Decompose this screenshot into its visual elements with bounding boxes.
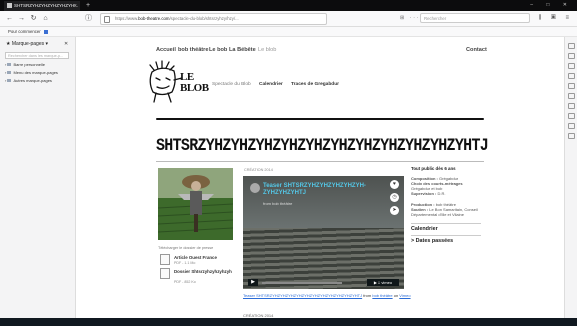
divider [411, 235, 481, 236]
toolbar-icon-3[interactable] [568, 63, 575, 69]
site-nav-home[interactable]: Accueil [156, 47, 176, 54]
video-label: CRÉATION 2014 [244, 168, 273, 172]
window-controls[interactable]: – □ ✕ [530, 0, 573, 11]
pdf-document-icon[interactable] [160, 268, 170, 279]
toolbar-menu-icon[interactable]: ⫼ ▣ ≡ [539, 14, 573, 23]
sidebar-search-input[interactable]: Rechercher dans les marque-p... [5, 52, 69, 59]
doc-title[interactable]: Dossier Shtsrzyhzyhzyhzyh [174, 269, 234, 274]
info-column: Tout public dès 6 ans Composition : Grég… [411, 166, 481, 245]
video-byline[interactable]: from bob théâtre [263, 201, 292, 206]
folder-icon [7, 79, 12, 83]
supervision-value: D.R. [437, 191, 446, 196]
divider [156, 118, 484, 120]
vimeo-logo[interactable]: ▶ ⁞⁞ vimeo [367, 279, 399, 286]
subnav-traces[interactable]: Traces de Gregabdur [291, 82, 339, 88]
like-heart-icon[interactable]: ♥ [390, 180, 399, 189]
site-nav-la-bebete[interactable]: La Bébête [229, 47, 256, 54]
url-rest: /spectacle-du-blob/shtsrzyhzy/hzy/... [169, 16, 239, 21]
tab-title: SHTSRZYHZYHZYHZYHZYH... [14, 3, 79, 8]
search-input[interactable]: Rechercher [420, 13, 530, 23]
video-caption: Teaser SHTSRZYHZYHZYHZYHZYHZYHZYHZYHZYHZ… [243, 293, 411, 298]
subnav-spectacle[interactable]: Spectacle du Blob [212, 82, 251, 88]
show-photo[interactable] [157, 168, 234, 240]
channel-avatar[interactable] [250, 183, 260, 193]
video-title[interactable]: Teaser SHTSRZYHZYHZYHZYHZYH-ZYHZYHZYHTJ [263, 183, 383, 197]
scarecrow-image [157, 168, 234, 240]
tab-favicon-icon [7, 3, 12, 9]
toolbar-icon-6[interactable] [568, 93, 575, 99]
toolbar-icon-2[interactable] [568, 53, 575, 59]
bookmark-favicon-icon [43, 29, 48, 34]
toolbar-icon-9[interactable] [568, 123, 575, 129]
supervision-label: Supervision : [411, 191, 437, 196]
bob-theatre-link[interactable]: bob théâtre [372, 293, 392, 298]
sidebar-item-label: Menu des marque-pages [13, 70, 58, 75]
forward-arrow-icon[interactable]: → [17, 14, 26, 23]
folder-icon [7, 71, 12, 75]
browser-nav-bar: ← → ↻ ⌂ ⓘ https://www.bob-theatre.com/sp… [0, 11, 577, 27]
site-nav-le-bob[interactable]: Le bob [209, 47, 227, 54]
right-toolbar [564, 37, 577, 318]
video-link[interactable]: Teaser SHTSRZYHZYHZYHZYHZYHZYHZYHZYHZYHZ… [243, 293, 362, 298]
bookmark-item[interactable]: Pour commencer [8, 27, 48, 36]
doc-size: PDF - 1.1 Mo [174, 261, 196, 265]
toolbar-icon-4[interactable] [568, 73, 575, 79]
bookmarks-bar: Pour commencer [0, 27, 577, 37]
sidebar-item-label: Autres marque-pages [13, 78, 52, 83]
site-logo[interactable]: LE BLOB [144, 60, 209, 105]
share-icon[interactable]: ➤ [390, 206, 399, 215]
browser-tab-bar: SHTSRZYHZYHZYHZYHZYH... ✕ + – □ ✕ [0, 0, 577, 11]
photo-caption: Télécharger le dossier de presse [158, 246, 214, 250]
toolbar-icon-1[interactable] [568, 43, 575, 49]
sidebar-item-other[interactable]: › Autres marque-pages [5, 78, 52, 84]
bookmarks-sidebar: ★ Marque-pages ▾ ✕ Rechercher dans les m… [0, 37, 76, 318]
toolbar-icon-10[interactable] [568, 133, 575, 139]
page-title: SHTSRZYHZYHZYHZYHZYHZYHZYHZYHZYHZYHZYHTJ [156, 136, 489, 156]
site-nav-le-blob[interactable]: Le blob [258, 47, 276, 54]
caption-text: from [362, 293, 373, 298]
info-icon[interactable]: ⓘ [84, 14, 93, 23]
os-taskbar [0, 318, 577, 326]
toolbar-icon-8[interactable] [568, 113, 575, 119]
url-domain: bob-theatre.com [138, 16, 170, 21]
vimeo-link[interactable]: Vimeo [399, 293, 410, 298]
divider [156, 161, 484, 162]
sidebar-item-toolbar[interactable]: › Barre personnelle [5, 62, 45, 68]
past-dates-link[interactable]: > Dates passées [411, 238, 481, 245]
home-icon[interactable]: ⌂ [41, 14, 50, 23]
sidebar-item-label: Barre personnelle [13, 62, 46, 67]
bookmark-label: Pour commencer [8, 29, 41, 34]
calendar-heading: Calendrier [411, 226, 438, 232]
toolbar-icon-7[interactable] [568, 103, 575, 109]
play-icon[interactable]: ▶ [248, 279, 258, 286]
site-nav-contact[interactable]: Contact [466, 47, 487, 54]
sidebar-title[interactable]: ★ Marque-pages ▾ [6, 41, 48, 47]
url-bar[interactable]: https://www.bob-theatre.com/spectacle-du… [100, 13, 327, 25]
reload-icon[interactable]: ↻ [29, 14, 38, 23]
divider [411, 223, 481, 224]
doc-title[interactable]: Article Ouest France [174, 255, 217, 260]
sidebar-item-menu[interactable]: › Menu des marque-pages [5, 70, 58, 76]
doc-size: PDF - 852 Ko [174, 280, 196, 284]
sidebar-title-text: Marque-pages ▾ [11, 41, 49, 47]
watch-later-icon[interactable]: ◷ [390, 193, 399, 202]
pdf-document-icon[interactable] [160, 254, 170, 265]
logo-text: LE BLOB [180, 71, 209, 94]
toolbar-icon-5[interactable] [568, 83, 575, 89]
browser-tab[interactable]: SHTSRZYHZYHZYHZYHZYH... ✕ [4, 1, 80, 11]
site-nav-bob-theatre[interactable]: bob théâtre [178, 47, 208, 54]
subnav-calendrier[interactable]: Calendrier [259, 82, 283, 88]
sidebar-close-icon[interactable]: ✕ [64, 41, 68, 47]
video-progress-bar[interactable] [262, 282, 342, 284]
tab-close-icon[interactable]: ✕ [73, 1, 77, 11]
back-arrow-icon[interactable]: ← [5, 14, 14, 23]
folder-icon [7, 63, 12, 67]
new-tab-button[interactable]: + [83, 0, 93, 11]
lock-icon [104, 16, 110, 23]
